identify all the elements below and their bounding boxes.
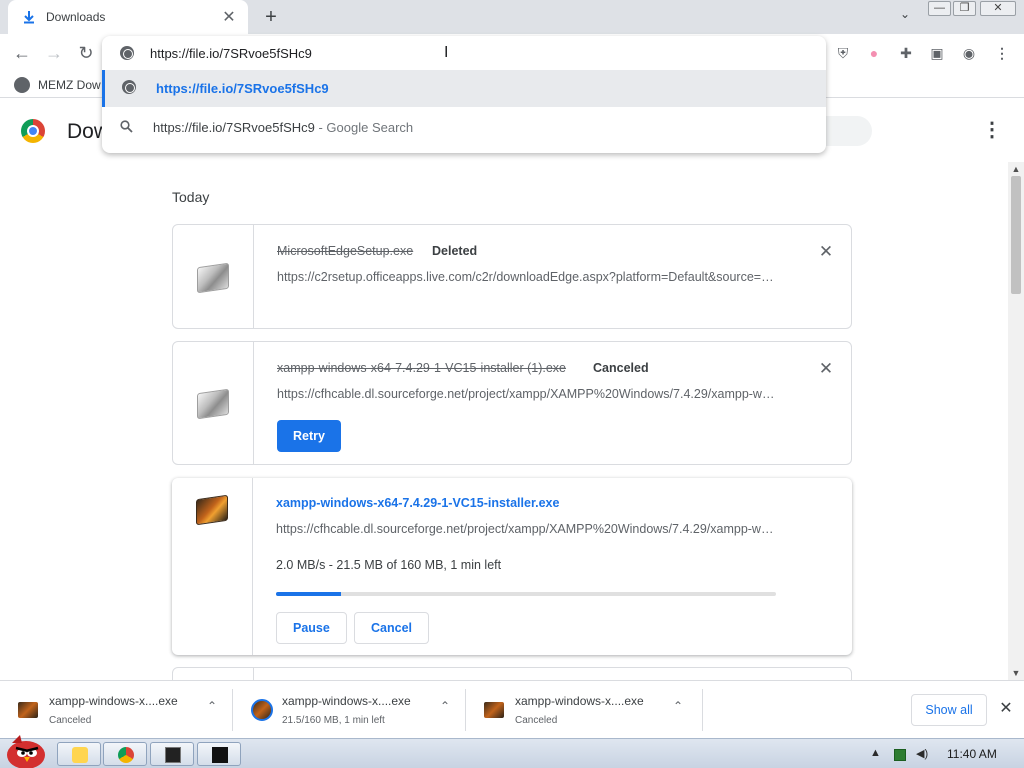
window-close-button[interactable]: ✕: [980, 1, 1016, 16]
omnibox-input-row[interactable]: [102, 36, 826, 70]
download-item: [172, 667, 852, 680]
bookmark-favicon-icon: [14, 76, 30, 93]
search-icon: [118, 119, 134, 136]
tab-downloads[interactable]: Downloads ✕: [8, 0, 248, 34]
download-progress-bar: [276, 592, 776, 596]
taskbar-chrome-button[interactable]: [103, 742, 147, 766]
file-icon: [197, 262, 229, 294]
tab-strip: Downloads ✕ + ⌄ — ❐ ✕: [0, 0, 1024, 34]
forward-button[interactable]: →: [42, 41, 66, 65]
download-url[interactable]: https://c2rsetup.officeapps.live.com/c2r…: [277, 270, 777, 284]
shelf-item-name: xampp-windows-x....exe: [282, 694, 411, 708]
retry-button[interactable]: Retry: [277, 420, 341, 452]
scroll-thumb[interactable]: [1011, 176, 1021, 294]
chevron-up-icon[interactable]: ⌃: [204, 699, 220, 713]
tab-search-icon[interactable]: ⌄: [895, 7, 915, 27]
shelf-close-icon[interactable]: ✕: [997, 700, 1015, 718]
shelf-item[interactable]: xampp-windows-x....exe Canceled ⌃: [0, 689, 233, 731]
download-filename[interactable]: xampp-windows-x64-7.4.29-1-VC15-installe…: [276, 496, 559, 510]
download-item: xampp-windows-x64-7.4.29-1-VC15-installe…: [172, 341, 852, 465]
cancel-button[interactable]: Cancel: [354, 612, 429, 644]
scroll-up-icon[interactable]: ▲: [1008, 162, 1024, 176]
page-menu-icon[interactable]: ⋮: [982, 118, 1002, 142]
omnibox-dropdown: I https://file.io/7SRvoe5fSHc9 https://f…: [102, 36, 826, 153]
shelf-item-status: Canceled: [49, 715, 92, 726]
window-maximize-button[interactable]: ❐: [953, 1, 976, 16]
download-progress-fill: [276, 592, 341, 596]
chrome-icon: [118, 747, 134, 763]
taskbar-cmd-button[interactable]: [150, 742, 194, 766]
address-bar-input[interactable]: [150, 45, 750, 61]
chevron-up-icon[interactable]: ⌃: [670, 699, 686, 713]
new-tab-button[interactable]: +: [259, 5, 283, 29]
download-progress-text: 2.0 MB/s - 21.5 MB of 160 MB, 1 min left: [276, 558, 502, 572]
system-tray: ▲ ◀): [862, 739, 1024, 768]
globe-icon: [121, 80, 137, 97]
text-cursor-icon: I: [444, 44, 449, 61]
page-scrollbar[interactable]: ▲ ▼: [1008, 162, 1024, 680]
shelf-item-name: xampp-windows-x....exe: [49, 694, 178, 708]
shelf-item[interactable]: xampp-windows-x....exe Canceled ⌃: [466, 689, 703, 731]
shelf-item[interactable]: xampp-windows-x....exe 21.5/160 MB, 1 mi…: [233, 689, 466, 731]
suggestion-url-text: https://file.io/7SRvoe5fSHc9: [156, 81, 329, 96]
download-icon: [24, 11, 34, 24]
download-item-active: xampp-windows-x64-7.4.29-1-VC15-installe…: [172, 478, 852, 655]
taskbar-explorer-button[interactable]: [57, 742, 101, 766]
bookmark-memz[interactable]: MEMZ Dow: [38, 78, 101, 92]
side-panel-icon[interactable]: ▣: [926, 42, 948, 64]
omnibox-suggestion-search[interactable]: https://file.io/7SRvoe5fSHc9 - Google Se…: [102, 109, 826, 146]
command-prompt-icon: [165, 747, 181, 763]
window-minimize-button[interactable]: —: [928, 1, 951, 16]
remove-close-icon[interactable]: ✕: [817, 243, 835, 261]
tab-title: Downloads: [46, 10, 106, 24]
shelf-item-status: Canceled: [515, 715, 558, 726]
tab-close-icon[interactable]: ✕: [220, 7, 238, 27]
browser-menu-icon[interactable]: ⋮: [991, 42, 1013, 64]
pause-button[interactable]: Pause: [276, 612, 347, 644]
omnibox-suggestion-url[interactable]: https://file.io/7SRvoe5fSHc9: [102, 70, 826, 107]
network-icon[interactable]: [894, 749, 906, 761]
account-avatar-icon[interactable]: ◉: [958, 42, 980, 64]
download-shelf: xampp-windows-x....exe Canceled ⌃ xampp-…: [0, 680, 1024, 738]
chrome-logo-icon: [21, 119, 45, 143]
shelf-item-status: 21.5/160 MB, 1 min left: [282, 715, 385, 726]
download-item: MicrosoftEdgeSetup.exe Deleted https://c…: [172, 224, 852, 329]
ublock-extension-icon[interactable]: ⛨: [832, 42, 854, 64]
reload-button[interactable]: ↻: [74, 41, 98, 65]
download-progress-ring-icon: [251, 699, 273, 721]
globe-icon: [120, 46, 134, 60]
scroll-down-icon[interactable]: ▼: [1008, 666, 1024, 680]
folder-icon: [72, 747, 88, 763]
volume-icon[interactable]: ◀): [916, 747, 928, 760]
start-button-angry-bird-icon[interactable]: [2, 731, 50, 768]
taskbar-7zip-button[interactable]: [197, 742, 241, 766]
shelf-item-name: xampp-windows-x....exe: [515, 694, 644, 708]
windows-taskbar: ▲ ◀) 11:40 AM: [0, 735, 1024, 768]
7zip-icon: [212, 747, 228, 763]
file-icon: [197, 388, 229, 420]
tray-expand-icon[interactable]: ▲: [870, 747, 881, 759]
download-status: Deleted: [432, 244, 478, 258]
download-filename[interactable]: xampp-windows-x64-7.4.29-1-VC15-installe…: [277, 361, 566, 375]
download-url[interactable]: https://cfhcable.dl.sourceforge.net/proj…: [277, 387, 777, 401]
taskbar-clock[interactable]: 11:40 AM: [947, 747, 997, 761]
download-filename[interactable]: MicrosoftEdgeSetup.exe: [277, 244, 413, 258]
remove-close-icon[interactable]: ✕: [817, 360, 835, 378]
extensions-puzzle-icon[interactable]: ✚: [895, 42, 917, 64]
chevron-up-icon[interactable]: ⌃: [437, 699, 453, 713]
xampp-file-icon: [484, 702, 504, 718]
profile-extension-icon[interactable]: ●: [863, 42, 885, 64]
date-heading: Today: [172, 189, 210, 205]
downloads-list: Today MicrosoftEdgeSetup.exe Deleted htt…: [0, 162, 1008, 680]
xampp-file-icon: [196, 494, 228, 526]
suggestion-search-text: https://file.io/7SRvoe5fSHc9 - Google Se…: [153, 120, 414, 135]
show-all-button[interactable]: Show all: [911, 694, 987, 726]
download-url[interactable]: https://cfhcable.dl.sourceforge.net/proj…: [276, 522, 776, 536]
xampp-file-icon: [18, 702, 38, 718]
download-status: Canceled: [593, 361, 649, 375]
back-button[interactable]: ←: [10, 41, 34, 65]
